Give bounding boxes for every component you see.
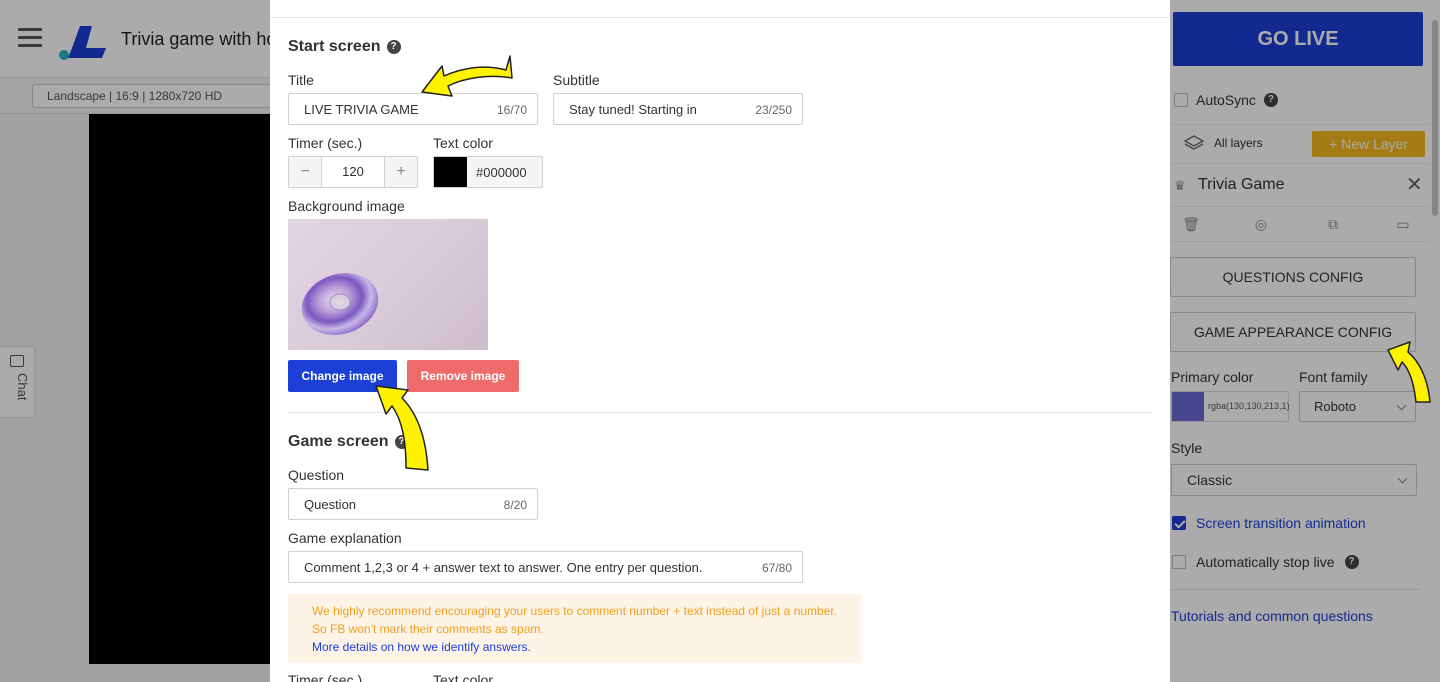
layer-title: Trivia Game (1198, 176, 1285, 193)
modal-header-divider (270, 17, 1170, 18)
minus-icon[interactable]: − (289, 157, 321, 187)
answer-format-warning: We highly recommend encouraging your use… (288, 594, 861, 663)
text-color-swatch[interactable] (434, 157, 467, 187)
eye-off-icon[interactable]: ◎ (1252, 215, 1270, 233)
copy-icon[interactable]: ⧉ (1324, 215, 1342, 233)
help-icon[interactable]: ? (394, 435, 409, 449)
game-appearance-config-button[interactable]: GAME APPEARANCE CONFIG (1170, 312, 1416, 352)
subtitle-char-count: 23/250 (755, 103, 792, 117)
layer-header: ♛ Trivia Game ✕ (1170, 164, 1430, 206)
stream-canvas (89, 114, 279, 664)
auto-stop-toggle[interactable]: Automatically stop live ? (1172, 554, 1359, 570)
help-icon[interactable]: ? (1344, 555, 1359, 569)
game-screen-heading: Game screen ? (288, 433, 409, 451)
game-explanation-value: Comment 1,2,3 or 4 + answer text to answ… (304, 560, 703, 575)
layers-row: All layers + New Layer (1170, 124, 1430, 164)
primary-color-value: rgba(130,130,213,1) (1208, 401, 1290, 411)
warning-line-2: So FB won't mark their comments as spam. (312, 622, 544, 636)
autosync-toggle[interactable]: AutoSync ? (1174, 92, 1278, 108)
game-explanation-label: Game explanation (288, 530, 402, 546)
timer-value[interactable]: 120 (321, 157, 385, 187)
transition-checkbox[interactable] (1172, 516, 1186, 530)
chat-tab[interactable]: Chat (0, 346, 35, 418)
question-input[interactable]: Question 8/20 (288, 488, 538, 520)
start-screen-heading: Start screen ? (288, 38, 401, 56)
primary-color-picker[interactable]: rgba(130,130,213,1) (1171, 391, 1290, 422)
change-image-button[interactable]: Change image (288, 360, 397, 392)
scrollbar[interactable] (1432, 20, 1438, 216)
go-live-button[interactable]: GO LIVE (1173, 12, 1423, 66)
text-color-label: Text color (433, 135, 493, 151)
right-panel: GO LIVE AutoSync ? All layers + New Laye… (1170, 0, 1440, 682)
subtitle-label: Subtitle (553, 72, 600, 88)
transition-toggle[interactable]: Screen transition animation (1172, 515, 1366, 531)
new-layer-button[interactable]: + New Layer (1312, 131, 1425, 157)
text-color-picker[interactable]: #000000 (433, 156, 543, 188)
hamburger-menu-icon[interactable] (18, 28, 42, 48)
app-logo (59, 26, 106, 60)
font-family-label: Font family (1299, 369, 1368, 385)
question-input-value: Question (304, 497, 357, 512)
question-char-count: 8/20 (503, 498, 527, 512)
remove-image-button[interactable]: Remove image (407, 360, 519, 392)
cd-disc-image (301, 273, 379, 335)
transition-label: Screen transition animation (1196, 515, 1366, 531)
layer-tools: 🗑 ◎ ⧉ ▭ (1170, 206, 1430, 242)
chevron-down-icon (1397, 473, 1408, 484)
start-screen-title: Start screen (288, 38, 381, 55)
game-text-color-label: Text color (433, 672, 493, 682)
game-appearance-modal: Start screen ? Title Subtitle LIVE TRIVI… (270, 0, 1170, 682)
answer-details-link[interactable]: More details on how we identify answers. (312, 638, 837, 656)
timer-stepper[interactable]: − 120 + (288, 156, 418, 188)
title-input-value: LIVE TRIVIA GAME (304, 102, 419, 117)
close-icon[interactable]: ✕ (1406, 172, 1423, 197)
divider (1170, 589, 1420, 590)
canvas-preset-select[interactable]: Landscape | 16:9 | 1280x720 HD (32, 84, 282, 108)
questions-config-button[interactable]: QUESTIONS CONFIG (1170, 257, 1416, 297)
screen-icon[interactable]: ▭ (1394, 215, 1412, 233)
section-divider (288, 412, 1152, 413)
font-family-select[interactable]: Roboto (1299, 391, 1416, 422)
chat-icon (10, 355, 24, 367)
game-explanation-input[interactable]: Comment 1,2,3 or 4 + answer text to answ… (288, 551, 803, 583)
plus-icon: + (1329, 136, 1342, 152)
primary-color-swatch[interactable] (1172, 392, 1204, 421)
layers-icon (1184, 135, 1204, 150)
crown-icon: ♛ (1174, 178, 1186, 193)
plus-icon[interactable]: + (385, 157, 417, 187)
background-image-preview (288, 219, 488, 350)
subtitle-input-value: Stay tuned! Starting in (569, 102, 697, 117)
auto-stop-checkbox[interactable] (1172, 555, 1186, 569)
help-icon[interactable]: ? (386, 40, 401, 54)
subtitle-input[interactable]: Stay tuned! Starting in 23/250 (553, 93, 803, 125)
game-screen-title: Game screen (288, 433, 389, 450)
autosync-label: AutoSync (1196, 92, 1256, 108)
timer-label: Timer (sec.) (288, 135, 363, 151)
text-color-value: #000000 (476, 165, 527, 180)
title-char-count: 16/70 (496, 103, 527, 117)
all-layers-button[interactable]: All layers (1184, 135, 1263, 151)
style-select[interactable]: Classic (1171, 464, 1417, 496)
help-icon[interactable]: ? (1263, 93, 1278, 107)
style-value: Classic (1187, 472, 1233, 488)
app-title: Trivia game with ho (121, 29, 277, 49)
warning-line-1: We highly recommend encouraging your use… (312, 604, 838, 618)
tutorials-link[interactable]: Tutorials and common questions (1171, 608, 1373, 624)
all-layers-label: All layers (1214, 136, 1263, 150)
question-label: Question (288, 467, 345, 483)
game-explanation-char-count: 67/80 (761, 561, 792, 575)
chat-label: Chat (15, 373, 30, 401)
trash-icon[interactable]: 🗑 (1182, 215, 1200, 233)
font-family-value: Roboto (1314, 399, 1356, 414)
primary-color-label: Primary color (1171, 369, 1254, 385)
background-image-label: Background image (288, 198, 405, 214)
auto-stop-label: Automatically stop live (1196, 554, 1335, 570)
title-label: Title (288, 72, 314, 88)
chevron-down-icon (1396, 400, 1407, 411)
style-label: Style (1171, 440, 1203, 456)
autosync-checkbox[interactable] (1174, 93, 1188, 107)
new-layer-label: New Layer (1341, 136, 1408, 152)
game-timer-label: Timer (sec.) (288, 672, 363, 682)
title-input[interactable]: LIVE TRIVIA GAME 16/70 (288, 93, 538, 125)
